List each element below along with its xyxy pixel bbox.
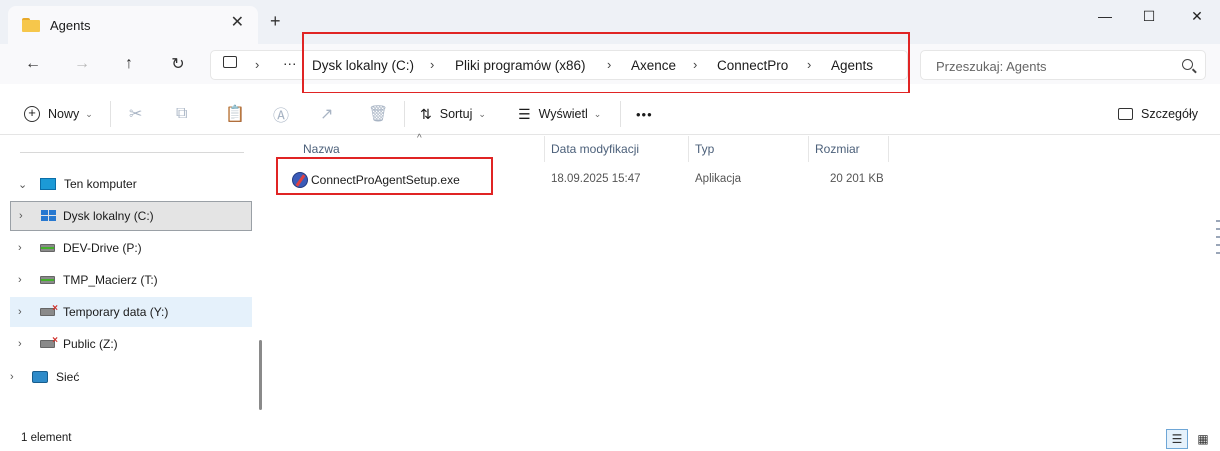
scrollbar-edge	[1216, 220, 1220, 260]
paste-icon[interactable]: 📋	[225, 104, 245, 124]
minimize-button[interactable]: —	[1082, 6, 1128, 26]
copy-icon[interactable]: ⧉	[176, 104, 187, 124]
details-view-icon[interactable]: ☰	[1166, 429, 1188, 449]
chevron-right-icon[interactable]: ›	[18, 338, 32, 350]
column-divider[interactable]	[888, 136, 889, 162]
chevron-right-icon[interactable]: ›	[19, 210, 33, 222]
sidebar-item-drive-p[interactable]: › DEV-Drive (P:)	[10, 233, 252, 263]
network-drive-disconnected-icon	[40, 303, 58, 316]
command-bar: + Nowy ⌄ ✂ ⧉ 📋 Ⓐ ↗ 🗑 ⇅ Sortuj ⌄ ☰ Wyświe…	[0, 93, 1220, 135]
chevron-right-icon[interactable]: ›	[18, 242, 32, 254]
tab-title: Agents	[50, 17, 91, 33]
sort-icon: ⇅	[420, 105, 432, 122]
sidebar-scrollbar[interactable]	[259, 340, 262, 410]
sidebar-item-network[interactable]: › Sieć	[10, 362, 252, 392]
sort-ascending-icon: ^	[417, 133, 422, 144]
breadcrumb-more[interactable]: ···	[283, 56, 297, 71]
sidebar-item-drive-y[interactable]: › Temporary data (Y:)	[10, 297, 252, 327]
back-button[interactable]: ←	[21, 52, 45, 76]
chevron-right-icon[interactable]: ›	[18, 274, 32, 286]
computer-icon	[40, 178, 56, 190]
new-button[interactable]: + Nowy ⌄	[24, 104, 93, 124]
new-tab-button[interactable]: +	[270, 12, 281, 30]
folder-icon	[22, 18, 40, 32]
sidebar-item-drive-t[interactable]: › TMP_Macierz (T:)	[10, 265, 252, 295]
details-pane-button[interactable]: Szczegóły	[1118, 104, 1198, 124]
network-icon	[32, 371, 48, 383]
address-highlight-annotation	[302, 32, 910, 94]
drive-icon	[40, 244, 55, 252]
plus-circle-icon: +	[24, 106, 40, 122]
share-icon[interactable]: ↗	[320, 104, 333, 124]
column-divider[interactable]	[808, 136, 809, 162]
refresh-button[interactable]: ↻	[166, 52, 190, 76]
toolbar-divider	[620, 101, 621, 127]
sidebar-item-drive-c[interactable]: › Dysk lokalny (C:)	[10, 201, 252, 231]
details-pane-icon	[1118, 108, 1133, 120]
chevron-down-icon: ⌄	[85, 108, 93, 119]
forward-button[interactable]: →	[70, 52, 94, 76]
sidebar-item-label: Ten komputer	[64, 177, 137, 191]
sidebar-item-label: Sieć	[56, 370, 80, 384]
column-header-name[interactable]: Nazwa	[303, 142, 340, 156]
status-bar: 1 element ☰ ▦	[0, 426, 1220, 451]
column-header-date[interactable]: Data modyfikacji	[551, 142, 639, 156]
column-divider[interactable]	[544, 136, 545, 162]
search-icon[interactable]	[1182, 59, 1193, 70]
cut-icon[interactable]: ✂	[129, 104, 142, 124]
file-size: 20 201 KB	[830, 173, 884, 185]
search-input[interactable]: Przeszukaj: Agents	[920, 50, 1206, 80]
chevron-right-icon[interactable]: ›	[18, 306, 32, 318]
tab-agents[interactable]: Agents ✕	[8, 6, 258, 44]
tiles-view-icon[interactable]: ▦	[1192, 429, 1214, 449]
column-divider[interactable]	[688, 136, 689, 162]
network-drive-disconnected-icon	[40, 335, 58, 348]
sort-button[interactable]: ⇅ Sortuj ⌄	[420, 104, 486, 124]
close-tab-icon[interactable]: ✕	[231, 15, 244, 31]
navigation-pane: ⌄ Ten komputer › Dysk lokalny (C:) › DEV…	[0, 136, 268, 426]
search-placeholder: Przeszukaj: Agents	[936, 59, 1047, 74]
sort-label: Sortuj	[439, 107, 473, 121]
sidebar-item-label: Public (Z:)	[63, 337, 118, 351]
chevron-down-icon: ⌄	[478, 108, 486, 119]
new-label: Nowy	[48, 107, 80, 121]
maximize-button[interactable]: ☐	[1126, 6, 1172, 26]
view-label: Wyświetl	[538, 107, 588, 121]
windows-drive-icon	[41, 210, 57, 222]
column-header-size[interactable]: Rozmiar	[815, 142, 860, 156]
sidebar-item-this-pc[interactable]: ⌄ Ten komputer	[10, 169, 252, 199]
delete-icon[interactable]: 🗑	[368, 104, 388, 124]
chevron-right-icon[interactable]: ›	[255, 57, 259, 72]
file-type: Aplikacja	[695, 173, 742, 185]
drive-icon	[40, 276, 55, 284]
details-label: Szczegóły	[1141, 107, 1198, 121]
item-count: 1 element	[21, 432, 72, 444]
sidebar-item-drive-z[interactable]: › Public (Z:)	[10, 329, 252, 359]
file-date: 18.09.2025 15:47	[551, 173, 641, 185]
file-highlight-annotation	[276, 157, 493, 195]
sidebar-item-label: Temporary data (Y:)	[63, 305, 169, 319]
column-header-type[interactable]: Typ	[695, 142, 714, 156]
chevron-down-icon: ⌄	[593, 108, 602, 119]
view-list-icon: ☰	[518, 105, 531, 122]
computer-icon[interactable]	[223, 56, 237, 68]
sidebar-divider	[20, 152, 244, 153]
chevron-down-icon[interactable]: ⌄	[18, 178, 32, 191]
sidebar-item-label: DEV-Drive (P:)	[63, 241, 142, 255]
chevron-right-icon[interactable]: ›	[10, 371, 24, 383]
view-button[interactable]: ☰ Wyświetl ⌄	[518, 104, 601, 124]
close-window-button[interactable]: ✕	[1174, 6, 1220, 26]
up-button[interactable]: ↑	[117, 52, 141, 76]
toolbar-divider	[110, 101, 111, 127]
toolbar-divider	[404, 101, 405, 127]
more-options-button[interactable]: •••	[636, 104, 653, 124]
sidebar-item-label: Dysk lokalny (C:)	[63, 209, 154, 223]
rename-icon[interactable]: Ⓐ	[273, 104, 289, 125]
sidebar-item-label: TMP_Macierz (T:)	[63, 273, 158, 287]
